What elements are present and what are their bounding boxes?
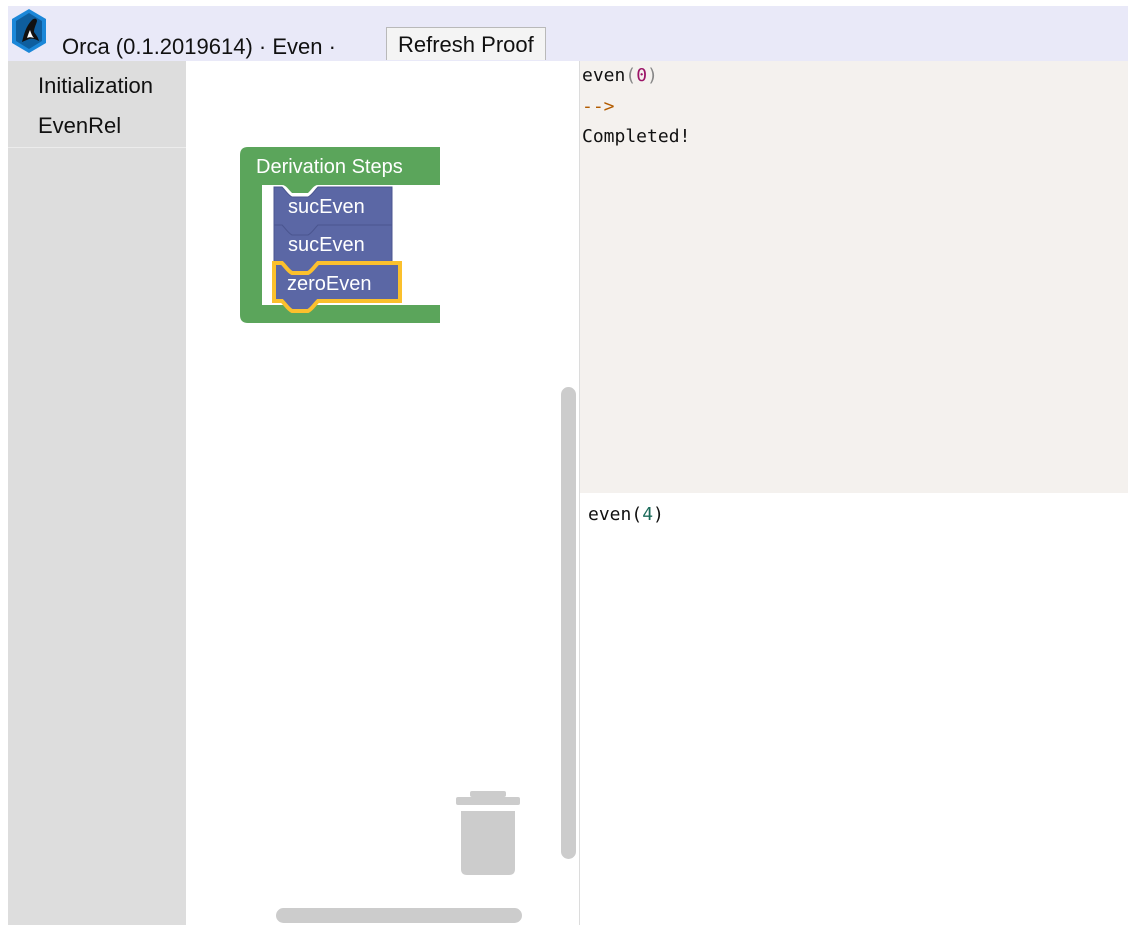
app-header: Orca (0.1.2019614) · Even · Refresh Proo… bbox=[8, 6, 1128, 61]
sidebar-item-evenrel[interactable]: EvenRel bbox=[38, 113, 121, 139]
block-workspace[interactable]: Derivation Steps sucEven sucEven zeroEve… bbox=[186, 61, 580, 925]
app-title: Orca (0.1.2019614) · Even · bbox=[62, 34, 336, 59]
refresh-proof-button[interactable]: Refresh Proof bbox=[386, 27, 546, 60]
goal-fn: even bbox=[588, 504, 632, 525]
output-arg: 0 bbox=[636, 65, 648, 86]
output-status: Completed! bbox=[582, 126, 691, 147]
step-label: zeroEven bbox=[287, 273, 372, 295]
trash-can-icon[interactable] bbox=[454, 789, 522, 877]
sidebar-divider bbox=[8, 147, 186, 148]
goal-arg: 4 bbox=[642, 504, 654, 525]
goal-expression[interactable]: even(4) bbox=[588, 504, 664, 525]
output-arrow: --> bbox=[582, 96, 615, 117]
vertical-scrollbar[interactable] bbox=[561, 387, 576, 859]
step-label: sucEven bbox=[288, 196, 365, 218]
step-label: sucEven bbox=[288, 234, 365, 256]
horizontal-scrollbar[interactable] bbox=[276, 908, 522, 923]
output-panel: even(0) --> Completed! bbox=[580, 61, 1128, 493]
orca-logo-icon bbox=[12, 9, 46, 53]
derivation-steps-label: Derivation Steps bbox=[256, 156, 403, 178]
toolbox-sidebar: Initialization EvenRel bbox=[8, 61, 186, 925]
output-expression: even(0) bbox=[582, 65, 658, 86]
sidebar-item-initialization[interactable]: Initialization bbox=[38, 73, 153, 99]
goal-editor[interactable]: even(4) bbox=[580, 493, 1128, 925]
output-fn: even bbox=[582, 65, 626, 86]
